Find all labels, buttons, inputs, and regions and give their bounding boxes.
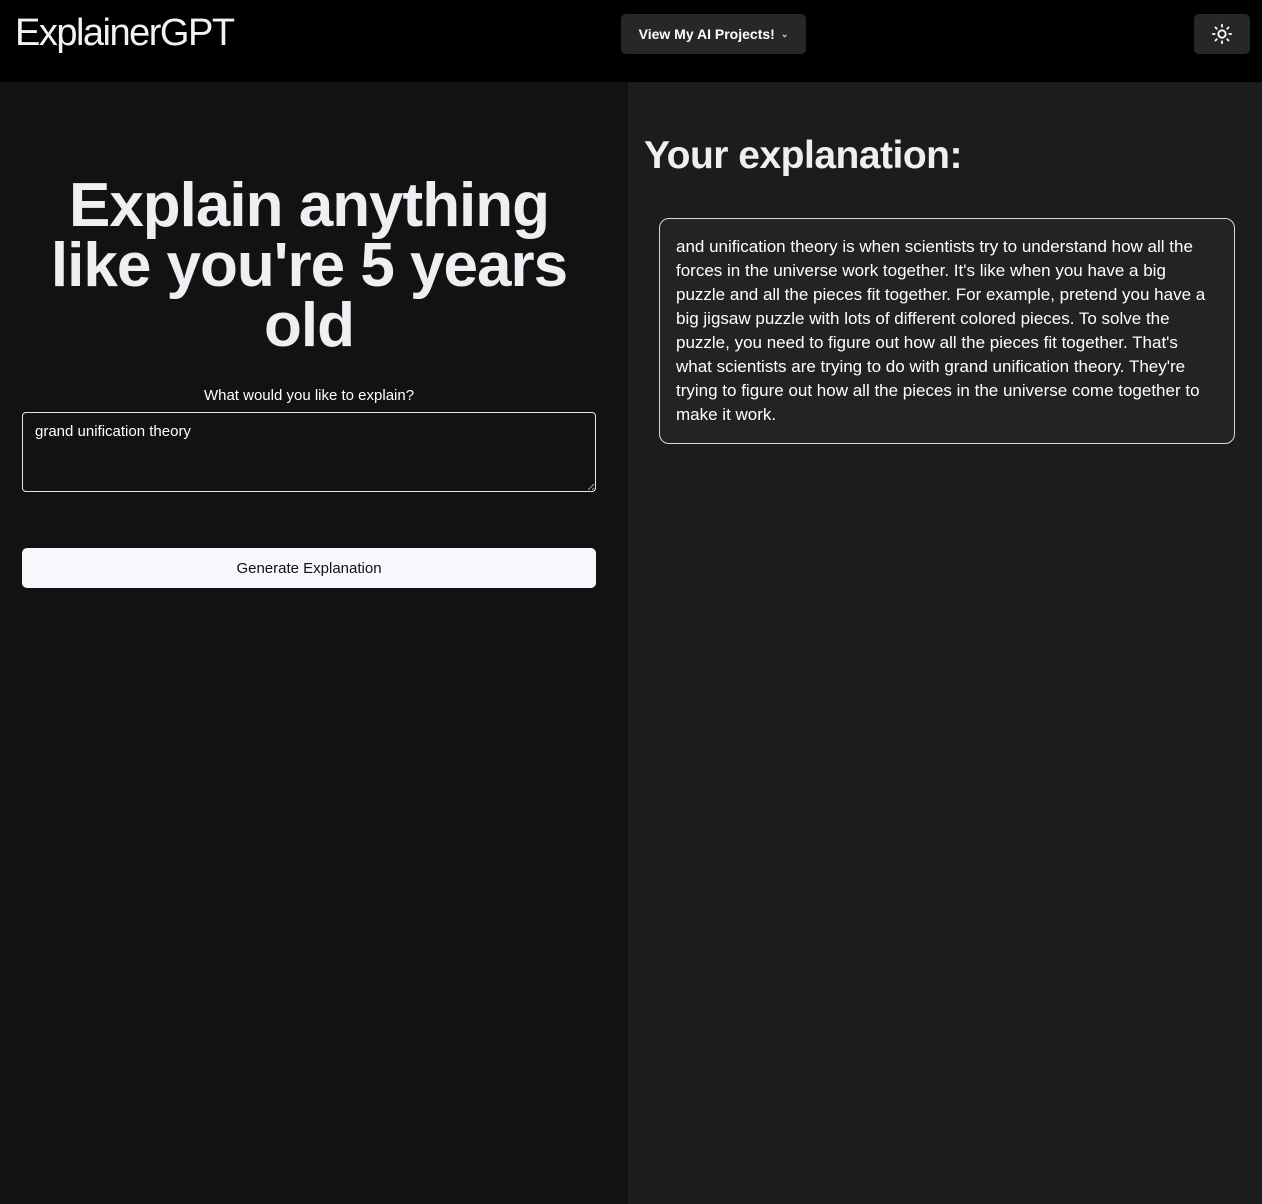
theme-toggle-button[interactable] (1194, 14, 1250, 54)
top-nav: ExplainerGPT View My AI Projects! ⌄ (0, 0, 1262, 82)
explanation-heading: Your explanation: (644, 134, 962, 177)
sun-icon (1211, 23, 1233, 45)
page-title: Explain anything like you're 5 years old (50, 171, 568, 360)
input-panel: Explain anything like you're 5 years old… (0, 82, 628, 1204)
projects-dropdown-button[interactable]: View My AI Projects! ⌄ (621, 14, 806, 54)
topic-input[interactable]: grand unification theory (22, 412, 596, 492)
explanation-box: and unification theory is when scientist… (659, 218, 1235, 444)
chevron-down-icon: ⌄ (780, 28, 789, 39)
prompt-label: What would you like to explain? (203, 387, 415, 404)
logo[interactable]: ExplainerGPT (15, 12, 235, 55)
generate-explanation-button[interactable]: Generate Explanation (22, 548, 596, 588)
projects-label: View My AI Projects! (638, 26, 775, 42)
output-panel: Your explanation: and unification theory… (628, 82, 1262, 1204)
